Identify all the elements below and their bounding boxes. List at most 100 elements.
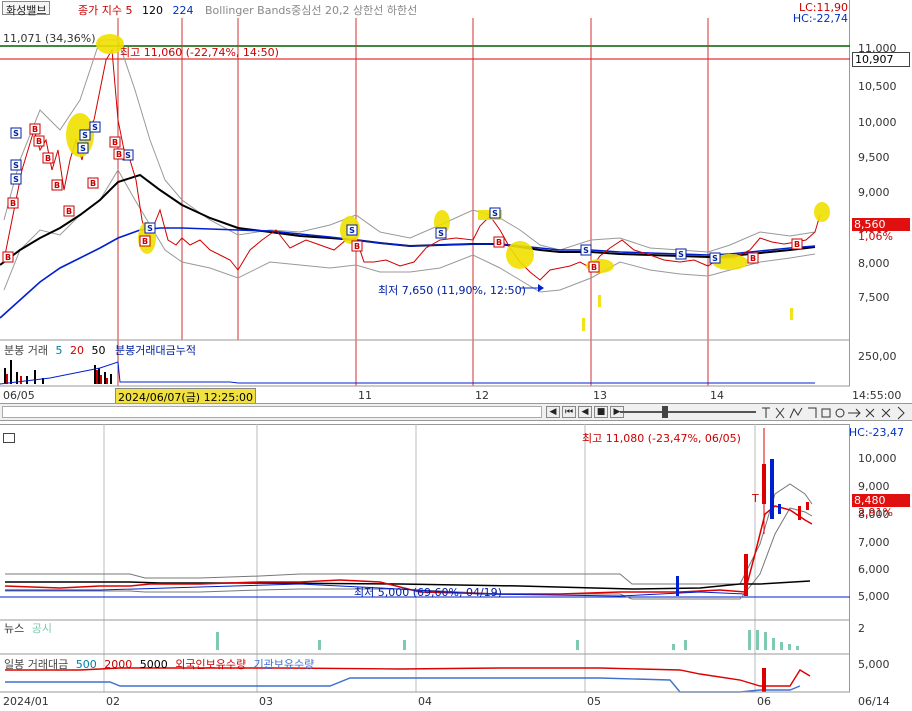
svg-text:B: B — [496, 238, 502, 247]
volume-legend: 분봉 거래 5 20 50 분봉거래대금누적 — [4, 342, 196, 358]
zoom-slider-track[interactable] — [620, 411, 756, 413]
volume-ma5: 5 — [55, 344, 63, 357]
svg-text:S: S — [438, 229, 444, 238]
daily-volume-ma5000: 5000 — [139, 658, 168, 671]
daily-pct-tag-current: 2,91% — [858, 506, 893, 519]
svg-text:S: S — [13, 161, 19, 170]
x-label-end: 06/14 — [858, 695, 890, 708]
x-label: 06/05 — [3, 389, 35, 402]
svg-text:B: B — [591, 263, 597, 272]
delete-all-icon — [881, 408, 891, 418]
rect-tool-icon — [821, 408, 831, 418]
trendline-icon — [789, 407, 803, 419]
x-label: 05 — [587, 695, 601, 708]
y-tick: 10,000 — [858, 452, 897, 465]
pct-tag-current: 1,06% — [858, 230, 893, 243]
x-label: 13 — [593, 389, 607, 402]
close-icon — [865, 408, 875, 418]
y-tick: 8,000 — [858, 257, 890, 270]
svg-text:B: B — [66, 207, 72, 216]
volume-cumulative: 분봉거래대금누적 — [114, 344, 196, 357]
daily-volume-label: 일봉 거래대금 — [4, 658, 69, 671]
volume-y-tick: 250,00 — [858, 350, 897, 363]
svg-text:S: S — [147, 224, 153, 233]
scroll-left-button[interactable]: ◀ — [546, 406, 560, 418]
arrow-right-icon — [848, 408, 861, 418]
svg-text:B: B — [45, 154, 51, 163]
scroll-start-button[interactable]: ⏮ — [562, 406, 576, 418]
y-tick: 6,000 — [858, 563, 890, 576]
svg-text:S: S — [80, 144, 86, 153]
daily-low-note: 최저 5,000 (69,60%, 04/19) — [354, 586, 502, 599]
price-tag-high: 10,907 — [852, 52, 910, 67]
disclosure-label: 공시 — [31, 622, 52, 635]
svg-text:B: B — [5, 253, 11, 262]
step-back-button[interactable]: ◀ — [578, 406, 592, 418]
intraday-low-note: 최저 7,650 (11,90%, 12:50) — [378, 284, 526, 297]
y-tick: 7,500 — [858, 291, 890, 304]
svg-text:B: B — [112, 138, 118, 147]
news-legend: 뉴스 공시 — [4, 620, 52, 636]
x-label: 02 — [106, 695, 120, 708]
daily-volume-ma500: 500 — [75, 658, 97, 671]
y-tick: 10,500 — [858, 80, 897, 93]
text-tool-icon — [762, 407, 770, 418]
chevron-right-icon — [897, 406, 905, 420]
svg-text:B: B — [36, 137, 42, 146]
svg-text:S: S — [583, 246, 589, 255]
svg-text:B: B — [794, 240, 800, 249]
foreign-holdings-label: 외국인보유수량 — [175, 658, 247, 671]
svg-text:S: S — [712, 254, 718, 263]
svg-text:B: B — [142, 237, 148, 246]
daily-volume-legend: 일봉 거래대금 500 2000 5000 외국인보유수량 기관보유수량 — [4, 656, 314, 672]
volume-ma50: 50 — [91, 344, 106, 357]
svg-text:B: B — [54, 181, 60, 190]
zoom-slider-handle[interactable] — [662, 406, 668, 418]
svg-text:B: B — [90, 179, 96, 188]
chart-tool-icons — [762, 406, 905, 420]
svg-text:S: S — [678, 250, 684, 259]
x-label: 14 — [710, 389, 724, 402]
time-axis-right: 14:55:00 — [852, 389, 902, 402]
svg-text:B: B — [354, 242, 360, 251]
x-label: 04 — [418, 695, 432, 708]
y-tick: 10,000 — [858, 116, 897, 129]
svg-text:S: S — [13, 175, 19, 184]
x-label: 06 — [757, 695, 771, 708]
cross-tool-icon — [775, 407, 785, 419]
news-label: 뉴스 — [4, 622, 25, 635]
daily-high-note: 최고 11,080 (-23,47%, 06/05) — [582, 432, 741, 445]
intraday-high-note: 최고 11,060 (-22,74%, 14:50) — [120, 46, 279, 59]
daily-volume-y-tick: 5,000 — [858, 658, 890, 671]
daily-volume-ma2000: 2000 — [104, 658, 133, 671]
news-y-tick: 2 — [858, 622, 865, 635]
volume-legend-label: 분봉 거래 — [4, 344, 48, 357]
stop-button[interactable]: ■ — [594, 406, 608, 418]
x-label: 12 — [475, 389, 489, 402]
svg-text:S: S — [13, 129, 19, 138]
y-tick: 7,000 — [858, 536, 890, 549]
svg-text:S: S — [349, 226, 355, 235]
svg-text:S: S — [125, 151, 131, 160]
svg-text:B: B — [32, 125, 38, 134]
x-label: 11 — [358, 389, 372, 402]
svg-text:S: S — [92, 123, 98, 132]
t-marker: T — [752, 492, 759, 505]
y-tick: 5,000 — [858, 590, 890, 603]
svg-text:B: B — [116, 150, 122, 159]
y-tick: 9,000 — [858, 186, 890, 199]
svg-text:S: S — [82, 131, 88, 140]
chart-scrollbar[interactable] — [2, 406, 542, 418]
svg-text:B: B — [750, 254, 756, 263]
svg-text:S: S — [492, 209, 498, 218]
y-tick: 9,500 — [858, 151, 890, 164]
y-tick: 9,000 — [858, 480, 890, 493]
x-label: 03 — [259, 695, 273, 708]
circle-tool-icon — [835, 408, 845, 418]
daily-hc-label: HC:-23,47 — [848, 426, 904, 439]
x-label: 2024/01 — [3, 695, 49, 708]
angle-icon — [808, 407, 817, 418]
volume-ma20: 20 — [69, 344, 84, 357]
svg-text:B: B — [10, 199, 16, 208]
institution-holdings-label: 기관보유수량 — [253, 658, 315, 671]
